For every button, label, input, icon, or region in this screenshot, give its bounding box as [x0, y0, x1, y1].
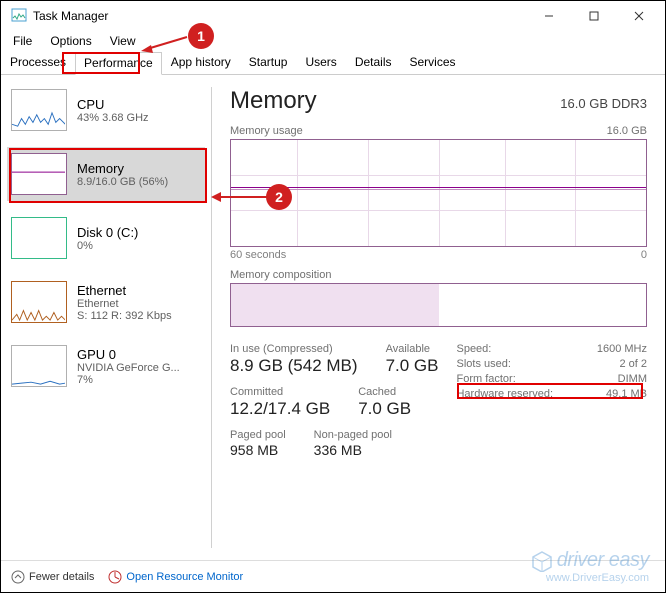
slots-label: Slots used: — [456, 358, 510, 370]
ethernet-thumb — [11, 281, 67, 323]
paged-value: 958 MB — [230, 442, 286, 458]
ethernet-name: Ethernet — [77, 283, 172, 298]
gpu0-sub2: 7% — [77, 374, 180, 386]
sidebar: CPU 43% 3.68 GHz Memory 8.9/16.0 GB (56%… — [1, 75, 211, 560]
gpu0-thumb — [11, 345, 67, 387]
page-title: Memory — [230, 87, 317, 115]
nonpaged-label: Non-paged pool — [314, 429, 392, 441]
sidebar-item-memory[interactable]: Memory 8.9/16.0 GB (56%) — [7, 147, 205, 201]
sidebar-item-ethernet[interactable]: Ethernet Ethernet S: 112 R: 392 Kbps — [7, 275, 205, 329]
fewer-details-label: Fewer details — [29, 571, 94, 583]
usage-label: Memory usage — [230, 125, 303, 137]
in-use-value: 8.9 GB (542 MB) — [230, 356, 358, 376]
disk0-name: Disk 0 (C:) — [77, 225, 138, 240]
memory-thumb — [11, 153, 67, 195]
memory-name: Memory — [77, 161, 168, 176]
memory-usage-chart — [230, 139, 647, 247]
usage-max: 16.0 GB — [607, 125, 647, 137]
composition-label: Memory composition — [230, 269, 647, 281]
content-area: CPU 43% 3.68 GHz Memory 8.9/16.0 GB (56%… — [1, 75, 665, 560]
tab-services[interactable]: Services — [401, 51, 465, 74]
disk0-thumb — [11, 217, 67, 259]
slots-value: 2 of 2 — [619, 358, 647, 370]
tab-startup[interactable]: Startup — [240, 51, 297, 74]
tab-app-history[interactable]: App history — [162, 51, 240, 74]
menu-view[interactable]: View — [102, 32, 144, 50]
open-resource-monitor-link[interactable]: Open Resource Monitor — [108, 570, 243, 584]
gpu0-name: GPU 0 — [77, 347, 180, 362]
hw-value: 49.1 MB — [606, 388, 647, 400]
tab-strip: Processes Performance App history Startu… — [1, 51, 665, 75]
gpu0-sub1: NVIDIA GeForce G... — [77, 362, 180, 374]
footer: Fewer details Open Resource Monitor — [1, 560, 665, 592]
composition-bar — [230, 283, 647, 327]
main-panel: Memory 16.0 GB DDR3 Memory usage 16.0 GB… — [212, 75, 665, 560]
hw-label: Hardware reserved: — [456, 388, 553, 400]
axis-left: 60 seconds — [230, 249, 286, 261]
close-button[interactable] — [616, 1, 661, 31]
committed-value: 12.2/17.4 GB — [230, 399, 330, 419]
available-label: Available — [386, 343, 439, 355]
ethernet-sub1: Ethernet — [77, 298, 172, 310]
memory-sub: 8.9/16.0 GB (56%) — [77, 176, 168, 188]
sidebar-item-cpu[interactable]: CPU 43% 3.68 GHz — [7, 83, 205, 137]
menubar: File Options View — [1, 31, 665, 51]
paged-label: Paged pool — [230, 429, 286, 441]
cached-label: Cached — [358, 386, 411, 398]
form-label: Form factor: — [456, 373, 515, 385]
resmon-label: Open Resource Monitor — [126, 571, 243, 583]
committed-label: Committed — [230, 386, 330, 398]
titlebar: Task Manager — [1, 1, 665, 31]
nonpaged-value: 336 MB — [314, 442, 392, 458]
available-value: 7.0 GB — [386, 356, 439, 376]
cpu-name: CPU — [77, 97, 149, 112]
resmon-icon — [108, 570, 122, 584]
tab-details[interactable]: Details — [346, 51, 401, 74]
speed-label: Speed: — [456, 343, 491, 355]
disk0-sub: 0% — [77, 240, 138, 252]
app-icon — [11, 8, 27, 24]
speed-value: 1600 MHz — [597, 343, 647, 355]
menu-options[interactable]: Options — [42, 32, 99, 50]
tab-performance[interactable]: Performance — [75, 52, 162, 75]
sidebar-item-gpu0[interactable]: GPU 0 NVIDIA GeForce G... 7% — [7, 339, 205, 393]
ethernet-sub2: S: 112 R: 392 Kbps — [77, 310, 172, 322]
form-value: DIMM — [618, 373, 647, 385]
tab-users[interactable]: Users — [296, 51, 345, 74]
tab-processes[interactable]: Processes — [1, 51, 75, 74]
window-title: Task Manager — [33, 9, 108, 23]
axis-right: 0 — [641, 249, 647, 261]
memory-total: 16.0 GB DDR3 — [560, 96, 647, 111]
maximize-button[interactable] — [571, 1, 616, 31]
cpu-sub: 43% 3.68 GHz — [77, 112, 149, 124]
cpu-thumb — [11, 89, 67, 131]
minimize-button[interactable] — [526, 1, 571, 31]
fewer-details-button[interactable]: Fewer details — [11, 570, 94, 584]
sidebar-item-disk0[interactable]: Disk 0 (C:) 0% — [7, 211, 205, 265]
in-use-label: In use (Compressed) — [230, 343, 358, 355]
menu-file[interactable]: File — [5, 32, 40, 50]
cached-value: 7.0 GB — [358, 399, 411, 419]
